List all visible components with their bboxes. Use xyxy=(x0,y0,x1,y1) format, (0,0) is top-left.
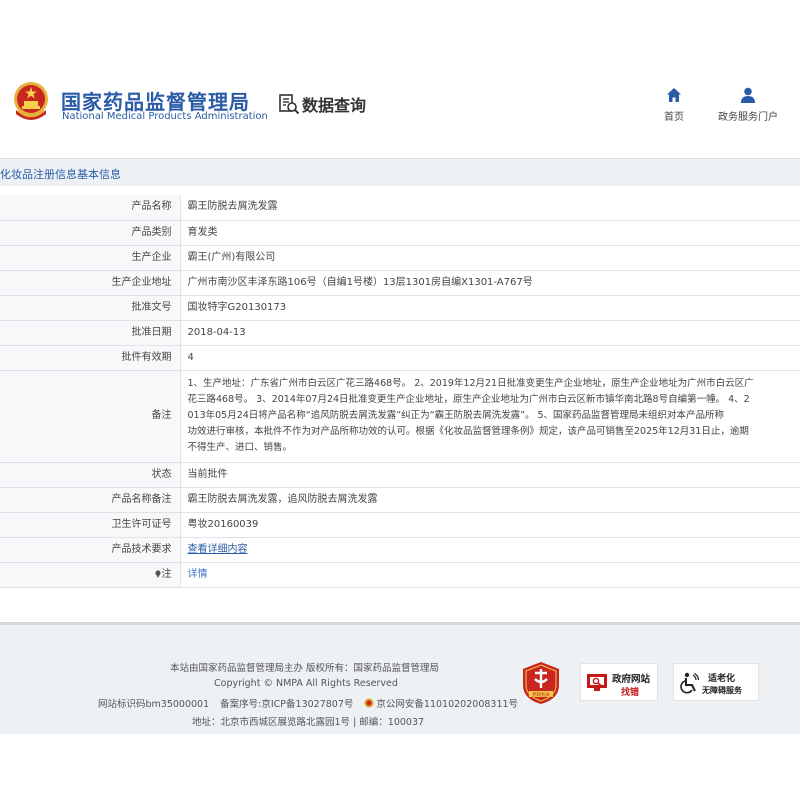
note-label: 注 xyxy=(161,568,172,580)
footer-address: 地址：北京市西城区展览路北露园1号 | 邮编：100037 xyxy=(192,717,425,728)
table-row: 产品名称备注 霸王防脱去屑洗发露，追风防脱去屑洗发露 xyxy=(0,487,800,513)
document-search-icon xyxy=(279,94,300,115)
table-row: 生产企业地址 广州市南沙区丰泽东路106号（自编1号楼）13层1301房自编X1… xyxy=(0,270,800,296)
product-name-value: 霸王防脱去屑洗发露 xyxy=(180,195,800,221)
field-label: 产品技术要求 xyxy=(0,537,181,563)
section-title-bar: 化妆品注册信息基本信息 xyxy=(0,158,800,186)
field-label-note: 注 xyxy=(0,562,181,588)
view-details-link[interactable]: 查看详细内容 xyxy=(188,544,248,555)
nav-home-label: 首页 xyxy=(664,112,684,123)
table-row: 状态 当前批件 xyxy=(0,462,800,488)
approval-date-value: 2018-04-13 xyxy=(180,320,800,346)
remarks-line: 1、生产地址：广东省广州市白云区广花三路468号。 2、2019年12月21日批… xyxy=(187,378,754,389)
accessibility-title: 适老化 xyxy=(708,674,736,684)
nav-home[interactable]: 首页 xyxy=(644,86,704,123)
table-row: 产品类别 育发类 xyxy=(0,220,800,246)
field-label: 产品名称 xyxy=(0,195,181,221)
report-error-badge[interactable]: 政府网站 找错 xyxy=(580,663,658,701)
footer-registration: 网站标识码bm35000001 备案序号:京ICP备13027807号 京公网安… xyxy=(98,696,534,710)
site-id: 网站标识码bm35000001 xyxy=(98,699,210,710)
tech-requirements-cell: 查看详细内容 xyxy=(180,537,800,563)
icp-link[interactable]: 备案序号:京ICP备13027807号 xyxy=(220,699,353,710)
footer-copyright: Copyright © NMPA All Rights Reserved xyxy=(214,678,398,689)
party-government-badge[interactable]: 党政机关 xyxy=(521,661,561,705)
data-query-link[interactable]: 数据查询 xyxy=(278,92,366,116)
field-label: 批准文号 xyxy=(0,295,181,321)
report-error-sub: 找错 xyxy=(621,688,640,698)
remarks-line: 花三路468号。 3、2014年07月24日批准变更生产企业地址，原生产企业地址… xyxy=(187,394,750,405)
validity-value: 4 xyxy=(180,345,800,371)
remarks-value: 1、生产地址：广东省广州市白云区广花三路468号。 2、2019年12月21日批… xyxy=(180,370,800,463)
police-record-label: 京公网安备11010202008311号 xyxy=(376,699,519,710)
site-header: 国家药品监督管理局 National Medical Products Admi… xyxy=(0,0,800,150)
manufacturer-address-value: 广州市南沙区丰泽东路106号（自编1号楼）13层1301房自编X1301-A76… xyxy=(180,270,800,296)
table-row: 批件有效期 4 xyxy=(0,345,800,371)
remarks-line: 功效进行审核，本批件不作为对产品所称功效的认可。根据《化妆品监督管理条例》规定，… xyxy=(187,426,749,437)
table-row: 产品名称 霸王防脱去屑洗发露 xyxy=(0,195,800,221)
note-cell: 详情 xyxy=(180,562,800,588)
site-error-icon xyxy=(587,674,607,691)
accessibility-icon xyxy=(680,672,700,694)
report-error-title: 政府网站 xyxy=(612,674,651,685)
table-row: 产品技术要求 查看详细内容 xyxy=(0,537,800,563)
field-label: 生产企业 xyxy=(0,245,181,271)
field-label: 产品类别 xyxy=(0,220,181,246)
site-title-en[interactable]: National Medical Products Administration xyxy=(62,111,268,122)
status-value: 当前批件 xyxy=(180,462,800,488)
remarks-line: 不得生产、进口、销售。 xyxy=(187,442,293,453)
accessibility-sub: 无障碍服务 xyxy=(702,686,742,695)
table-row: 注 详情 xyxy=(0,562,800,588)
table-row: 卫生许可证号 粤妆20160039 xyxy=(0,512,800,538)
approval-number-value: 国妆特字G20130173 xyxy=(180,295,800,321)
manufacturer-value: 霸王(广州)有限公司 xyxy=(180,245,800,271)
national-emblem-icon xyxy=(14,82,48,120)
name-remarks-value: 霸王防脱去屑洗发露，追风防脱去屑洗发露 xyxy=(180,487,800,513)
nav-portal-label: 政务服务门户 xyxy=(718,112,778,123)
footer-sponsor: 本站由国家药品监督管理局主办 版权所有：国家药品监督管理局 xyxy=(170,663,440,674)
health-license-value: 粤妆20160039 xyxy=(180,512,800,538)
police-badge-icon xyxy=(364,698,374,708)
field-label: 批件有效期 xyxy=(0,345,181,371)
table-row: 批准文号 国妆特字G20130173 xyxy=(0,295,800,321)
field-label: 状态 xyxy=(0,462,181,488)
police-record[interactable]: 京公网安备11010202008311号 xyxy=(364,698,526,710)
remarks-line: 013年05月24日将产品名称“追风防脱去屑洗发露”纠正为“霸王防脱去屑洗发露”… xyxy=(187,410,725,421)
dangzheng-text: 党政机关 xyxy=(532,691,550,698)
registration-info-table: 产品名称 霸王防脱去屑洗发露 产品类别 育发类 生产企业 霸王(广州)有限公司 … xyxy=(0,195,800,588)
field-label: 卫生许可证号 xyxy=(0,512,181,538)
pin-icon xyxy=(154,569,161,578)
table-row: 生产企业 霸王(广州)有限公司 xyxy=(0,245,800,271)
note-details-link[interactable]: 详情 xyxy=(188,569,208,580)
home-icon xyxy=(667,88,681,102)
product-category-value: 育发类 xyxy=(180,220,800,246)
accessibility-badge[interactable]: 适老化 无障碍服务 xyxy=(673,663,759,701)
field-label: 产品名称备注 xyxy=(0,487,181,513)
user-icon xyxy=(741,87,755,103)
field-label: 备注 xyxy=(0,370,181,463)
field-label: 生产企业地址 xyxy=(0,270,181,296)
nav-service-portal[interactable]: 政务服务门户 xyxy=(712,86,784,123)
section-title: 化妆品注册信息基本信息 xyxy=(0,168,121,181)
table-row: 备注 1、生产地址：广东省广州市白云区广花三路468号。 2、2019年12月2… xyxy=(0,370,800,463)
field-label: 批准日期 xyxy=(0,320,181,346)
table-row: 批准日期 2018-04-13 xyxy=(0,320,800,346)
data-query-label: 数据查询 xyxy=(302,96,367,115)
